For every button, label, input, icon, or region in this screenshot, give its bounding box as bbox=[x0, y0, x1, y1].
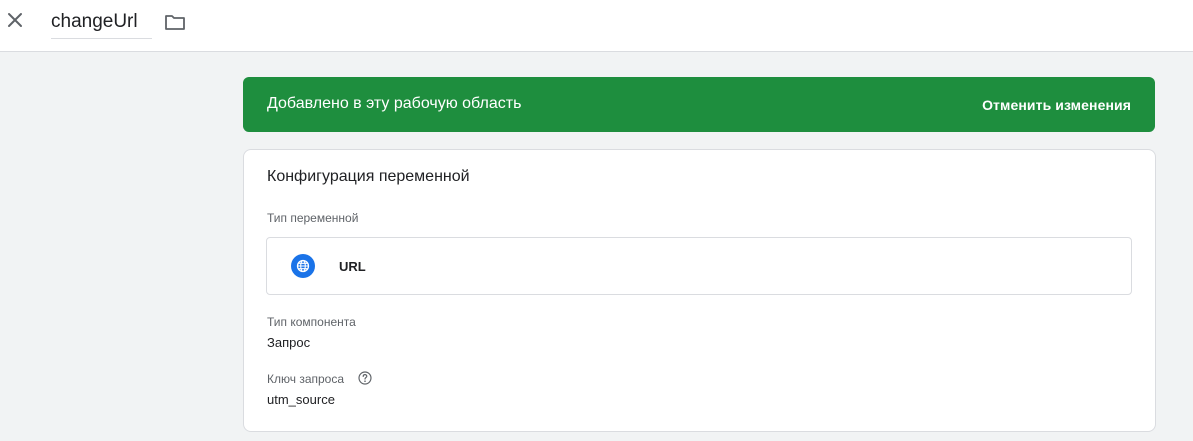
globe-icon bbox=[291, 254, 315, 278]
component-type-label: Тип компонента bbox=[267, 315, 356, 329]
variable-name-field[interactable]: changeUrl bbox=[51, 10, 152, 39]
close-icon[interactable] bbox=[4, 9, 26, 31]
variable-type-value: URL bbox=[339, 259, 366, 274]
component-type-value: Запрос bbox=[267, 335, 311, 350]
variable-configuration-card: Конфигурация переменной Тип переменной U… bbox=[243, 149, 1156, 432]
folder-icon[interactable] bbox=[163, 11, 187, 33]
variable-type-label: Тип переменной bbox=[267, 211, 359, 225]
query-key-label: Ключ запроса bbox=[267, 372, 345, 386]
banner-message: Добавлено в эту рабочую область bbox=[267, 95, 522, 112]
query-key-value: utm_source bbox=[267, 392, 335, 407]
undo-changes-button[interactable]: Отменить изменения bbox=[982, 97, 1131, 113]
variable-type-selector[interactable]: URL bbox=[266, 237, 1132, 295]
card-title: Конфигурация переменной bbox=[267, 168, 470, 185]
help-icon[interactable] bbox=[358, 371, 372, 385]
top-bar: changeUrl bbox=[0, 0, 1193, 52]
workspace-notification-banner: Добавлено в эту рабочую область Отменить… bbox=[243, 77, 1155, 132]
